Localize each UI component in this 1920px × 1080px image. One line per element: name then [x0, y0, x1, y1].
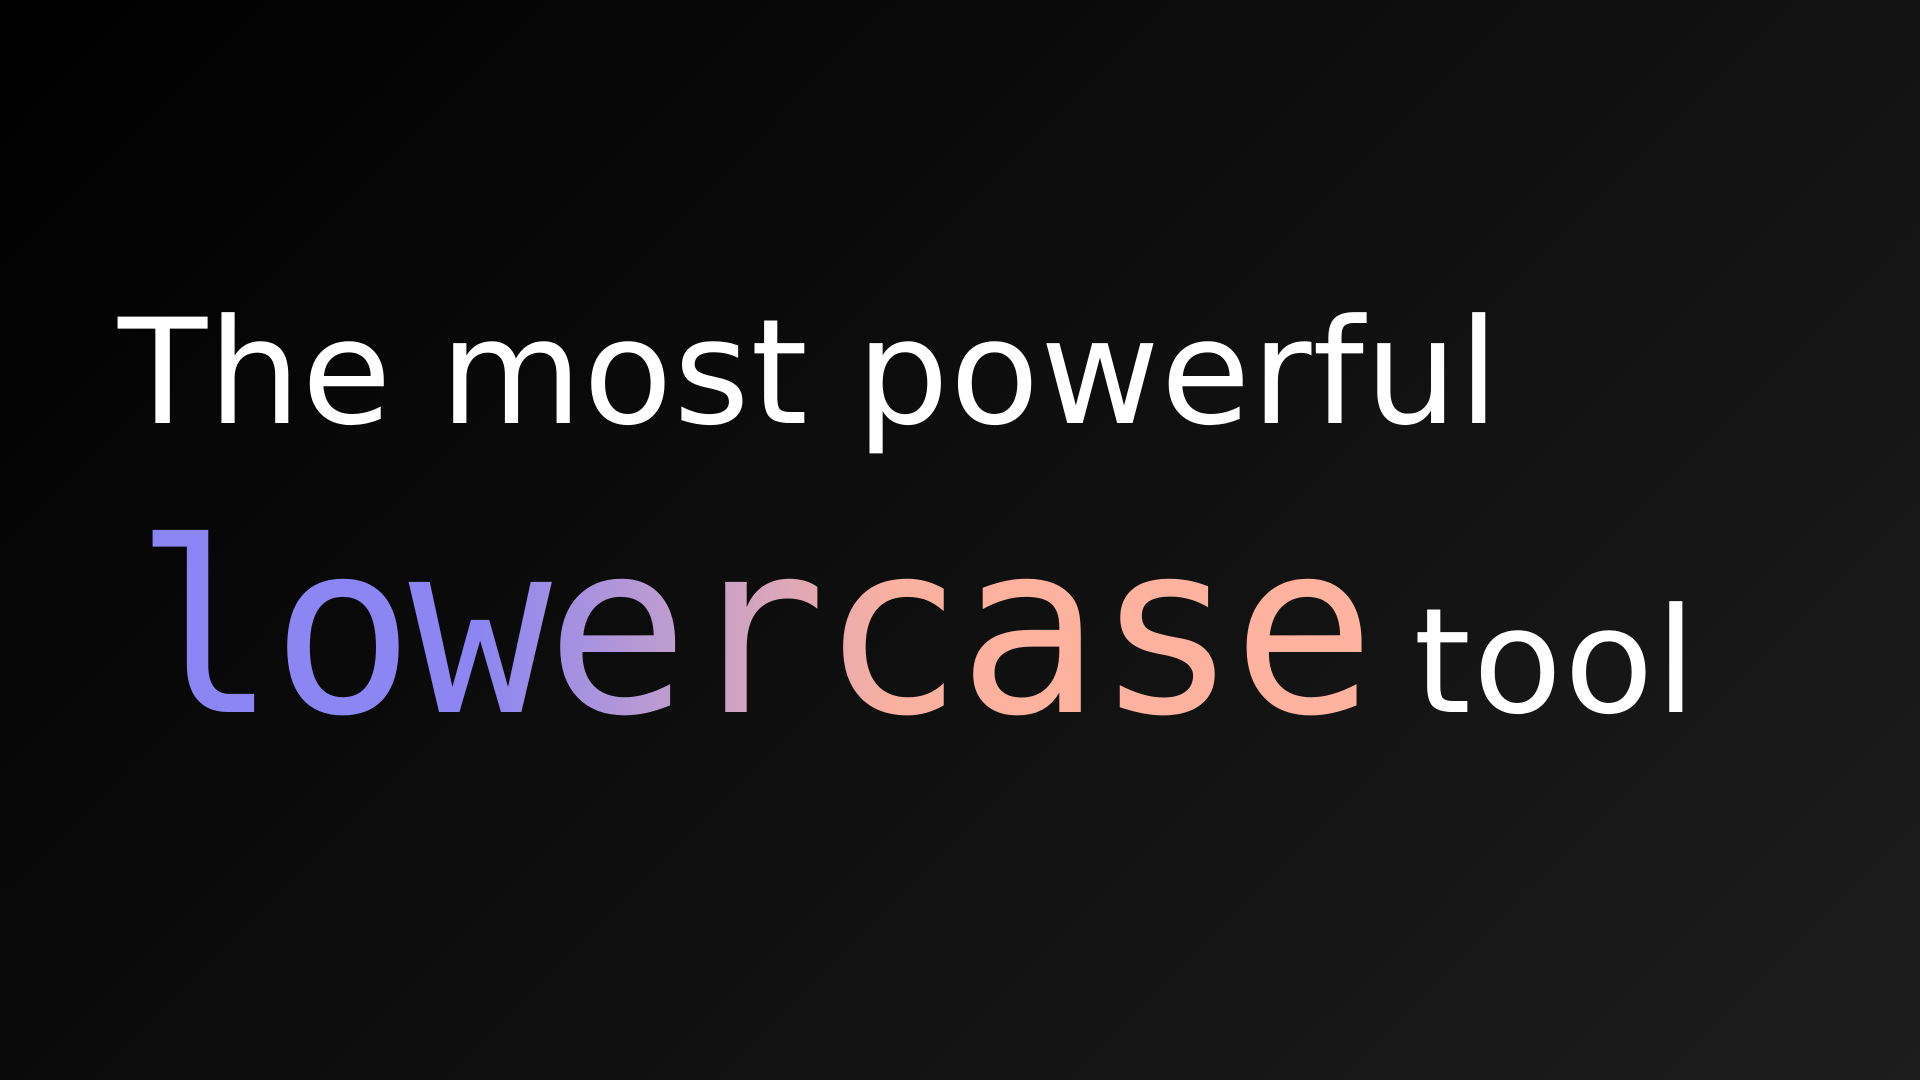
highlight-word: lowercase — [134, 492, 1376, 769]
hero-heading: The most powerful lowercase tool — [118, 300, 1818, 750]
headline-line-2: lowercase tool — [118, 512, 1818, 750]
headline-line-1: The most powerful — [118, 288, 1500, 458]
tail-word: tool — [1413, 577, 1699, 747]
